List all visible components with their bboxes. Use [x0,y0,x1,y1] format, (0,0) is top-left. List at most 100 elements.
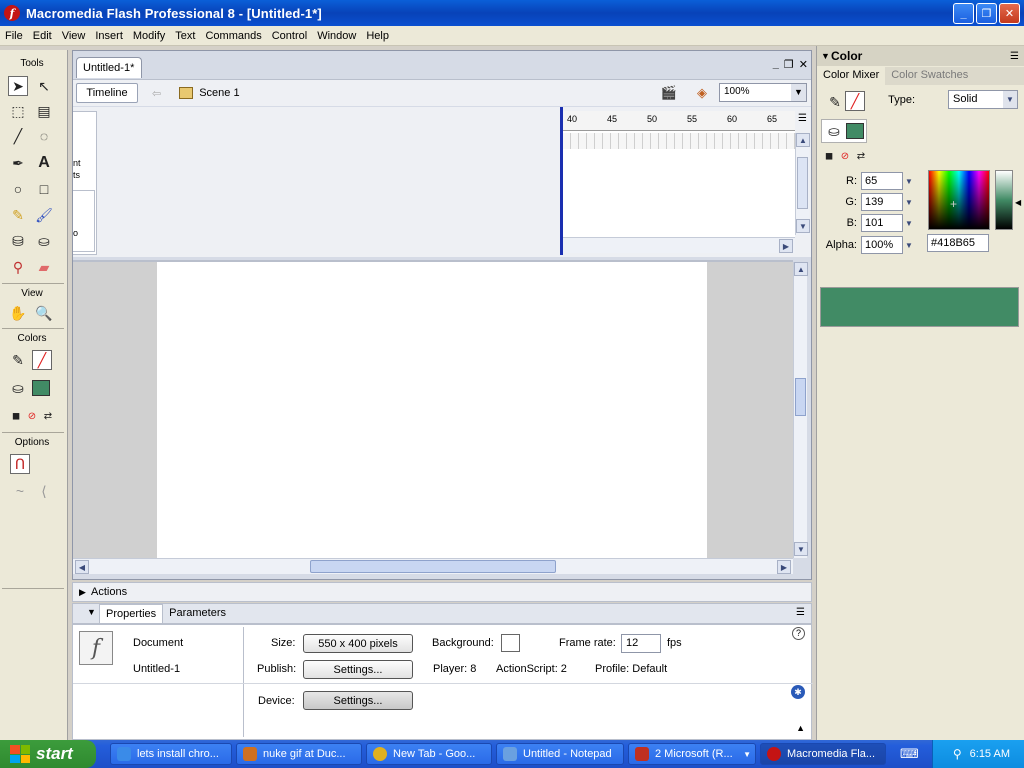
collapse-arrow-icon[interactable]: ▼ [821,51,830,61]
taskbar-item[interactable]: Macromedia Fla... [760,743,886,765]
timeline-options-icon[interactable]: ☰ [798,113,807,124]
edit-scene-icon[interactable]: 🎬 [661,85,677,101]
scroll-left-icon[interactable]: ◀ [75,560,89,574]
publish-settings-button[interactable]: Settings... [303,660,413,679]
stage-canvas[interactable] [157,262,707,558]
size-button[interactable]: 550 x 400 pixels [303,634,413,653]
rectangle-tool-icon[interactable]: □ [34,179,54,199]
actions-panel-header[interactable]: ▶ Actions [72,582,812,602]
menu-view[interactable]: View [57,30,91,42]
swap-colors-icon[interactable]: ⇄ [853,146,869,166]
alpha-dropdown-icon[interactable]: ▼ [903,236,915,254]
device-settings-button[interactable]: Settings... [303,691,413,710]
collapse-arrow-icon[interactable]: ▼ [87,607,96,617]
tab-properties[interactable]: Properties [99,604,164,623]
frame-cells[interactable] [563,133,795,149]
doc-minimize-icon[interactable]: _ [773,58,779,71]
menu-modify[interactable]: Modify [128,30,170,42]
close-button[interactable]: ✕ [999,3,1020,24]
fill-color-swatch[interactable] [32,380,50,396]
tab-parameters[interactable]: Parameters [163,604,232,623]
green-dropdown-icon[interactable]: ▼ [903,193,915,211]
subselection-tool-icon[interactable]: ↖ [34,76,54,96]
default-colors-icon[interactable]: ◼ [821,146,837,166]
hand-tool-icon[interactable]: ✋ [8,303,28,323]
pencil-tool-icon[interactable]: ✎ [8,205,28,225]
taskbar-item[interactable]: Untitled - Notepad [496,743,624,765]
no-color-icon[interactable]: ⊘ [837,146,853,166]
paint-bucket-tool-icon[interactable]: ⛀ [34,231,54,251]
ink-bottle-tool-icon[interactable]: ⛁ [8,231,28,251]
straighten-icon[interactable]: ⟨ [34,481,54,501]
brush-tool-icon[interactable]: 🖌 [34,205,54,225]
color-spectrum-picker[interactable]: + [928,170,990,230]
accessibility-icon[interactable]: ✱ [791,685,805,699]
hex-input[interactable]: #418B65 [927,234,989,252]
group-dropdown-icon[interactable]: ▼ [743,750,751,759]
minimize-button[interactable]: _ [953,3,974,24]
green-input[interactable]: 139 [861,193,903,211]
brightness-pointer-icon[interactable]: ◀ [1015,198,1021,207]
scene-label[interactable]: Scene 1 [199,87,239,99]
smooth-icon[interactable]: ~ [10,481,30,501]
blue-dropdown-icon[interactable]: ▼ [903,214,915,232]
menu-control[interactable]: Control [267,30,312,42]
zoom-dropdown-arrow-icon[interactable]: ▼ [791,84,806,101]
red-dropdown-icon[interactable]: ▼ [903,172,915,190]
tab-color-swatches[interactable]: Color Swatches [885,67,974,85]
stroke-color-swatch[interactable]: ╱ [32,350,52,370]
clock[interactable]: 6:15 AM [970,748,1010,760]
taskbar-item[interactable]: New Tab - Goo... [366,743,492,765]
gradient-transform-tool-icon[interactable]: ▤ [34,101,54,121]
dropdown-arrow-icon[interactable]: ▼ [1003,91,1017,108]
taskbar-item[interactable]: nuke gif at Duc... [236,743,362,765]
start-button[interactable]: start [0,740,96,768]
oval-tool-icon[interactable]: ○ [8,179,28,199]
fill-color-swatch[interactable] [846,123,864,139]
scroll-up-icon[interactable]: ▲ [796,133,810,147]
tab-color-mixer[interactable]: Color Mixer [817,67,886,85]
timeline-hscroll[interactable]: ▶ [563,237,795,253]
text-tool-icon[interactable]: A [34,153,54,173]
menu-insert[interactable]: Insert [90,30,128,42]
scroll-down-icon[interactable]: ▼ [796,219,810,233]
zoom-select[interactable]: 100% ▼ [719,83,807,102]
help-icon[interactable]: ? [792,627,805,640]
free-transform-tool-icon[interactable]: ⬚ [8,101,28,121]
stage-hscroll[interactable]: ◀ ▶ [73,558,793,574]
panel-collapse-icon[interactable]: ▲ [796,723,805,733]
menu-file[interactable]: File [0,30,28,42]
timeline-toggle-button[interactable]: Timeline [76,83,138,103]
expand-arrow-icon[interactable]: ▶ [79,587,86,598]
scroll-thumb[interactable] [795,378,806,416]
scroll-thumb[interactable] [310,560,556,573]
taskbar-item[interactable]: 2 Microsoft (R... ▼ [628,743,756,765]
scroll-thumb[interactable] [797,157,808,209]
default-colors-icon[interactable]: ◼ [8,406,24,426]
color-panel-header[interactable]: ▼ Color ☰ [817,46,1024,66]
pen-tool-icon[interactable]: ✒ [8,153,28,173]
scroll-right-icon[interactable]: ▶ [777,560,791,574]
brightness-slider[interactable] [995,170,1013,230]
swap-colors-icon[interactable]: ⇄ [40,406,56,426]
color-options-icon[interactable]: ☰ [1010,51,1019,62]
doc-close-icon[interactable]: ✕ [799,58,808,71]
line-tool-icon[interactable]: ╱ [8,126,28,146]
background-color-swatch[interactable] [501,634,520,652]
menu-commands[interactable]: Commands [200,30,266,42]
taskbar-item[interactable]: lets install chro... [110,743,232,765]
lasso-tool-icon[interactable]: ◌ [34,126,54,146]
menu-window[interactable]: Window [312,30,361,42]
red-input[interactable]: 65 [861,172,903,190]
back-arrow-icon[interactable]: ⇦ [152,87,161,100]
stroke-color-swatch[interactable]: ╱ [845,91,865,111]
eyedropper-tool-icon[interactable]: ⚲ [8,257,28,277]
snap-to-objects-magnet-icon[interactable]: Ո [10,454,30,474]
menu-edit[interactable]: Edit [28,30,57,42]
edit-symbols-icon[interactable]: ◈ [697,85,707,101]
alpha-input[interactable]: 100% [861,236,903,254]
fill-type-select[interactable]: Solid ▼ [948,90,1018,109]
network-icon[interactable]: ⚲ [953,747,962,761]
menu-help[interactable]: Help [361,30,394,42]
keyboard-icon[interactable]: ⌨ [900,746,919,762]
